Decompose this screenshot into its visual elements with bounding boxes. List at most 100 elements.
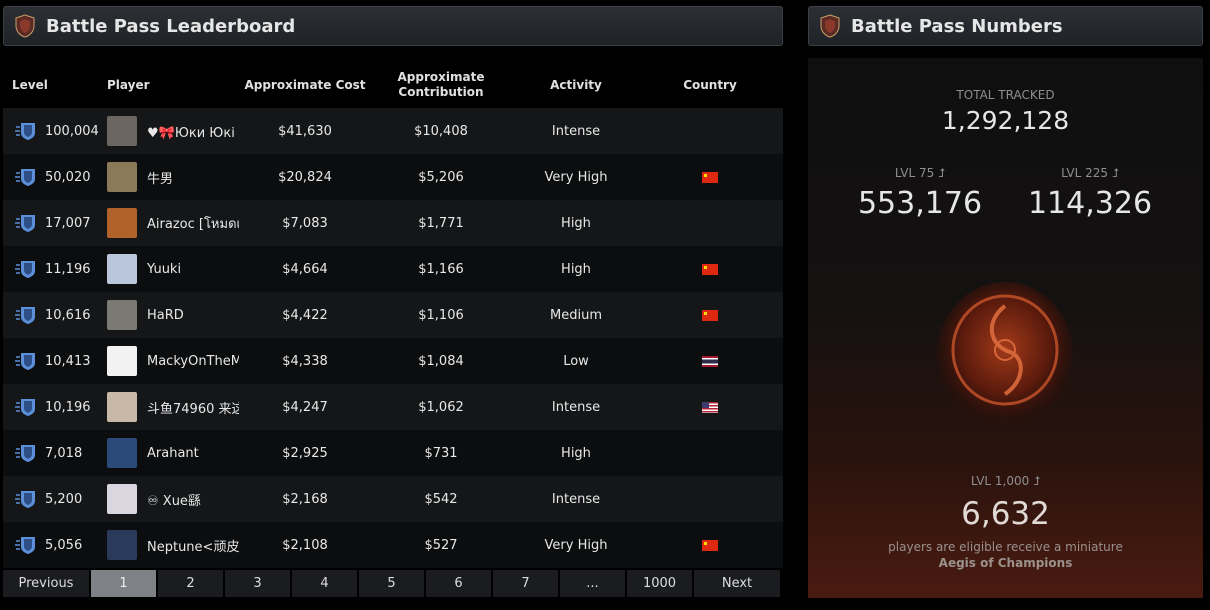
contribution-cell: $1,062 (418, 399, 464, 415)
level-value: 100,004 (45, 123, 99, 139)
player-name[interactable]: ♥🎀Юки Юкі 日 (147, 122, 239, 141)
table-row[interactable]: 50,020 牛男 $20,824 $5,206 Very High (3, 154, 783, 200)
table-row[interactable]: 11,196 Yuuki $4,664 $1,166 High (3, 246, 783, 292)
level-value: 10,413 (45, 353, 91, 369)
previous-page-button[interactable]: Previous (3, 570, 89, 597)
total-tracked-label: TOTAL TRACKED (956, 88, 1055, 102)
cost-cell: $2,925 (282, 445, 328, 461)
player-cell[interactable]: Neptune<顽皮 (99, 530, 243, 560)
player-name[interactable]: Airazoc [โหมดเ (147, 213, 239, 234)
player-name[interactable]: MackyOnTheM (147, 354, 239, 369)
flag-cn-icon (702, 539, 718, 551)
level-cell: 5,200 (3, 489, 99, 509)
player-cell[interactable]: ♾ Xue繇 (99, 484, 243, 514)
player-name[interactable]: Neptune<顽皮 (147, 536, 239, 555)
player-name[interactable]: HaRD (147, 308, 239, 323)
avatar (107, 162, 137, 192)
column-cost[interactable]: Approximate Cost (243, 78, 367, 93)
player-cell[interactable]: HaRD (99, 300, 243, 330)
lvl1000-label: LVL 1,000 ⮥ (970, 474, 1041, 488)
flag-cn-icon (702, 171, 718, 183)
player-cell[interactable]: 斗鱼74960 来这 (99, 392, 243, 422)
aegis-icon (937, 282, 1073, 426)
table-row[interactable]: 7,018 Arahant $2,925 $731 High (3, 430, 783, 476)
page-button[interactable]: 2 (158, 570, 223, 597)
column-country[interactable]: Country (637, 78, 783, 93)
battle-pass-shield-icon (15, 14, 35, 38)
total-tracked-value: 1,292,128 (941, 106, 1070, 135)
cost-cell: $4,664 (282, 261, 328, 277)
table-row[interactable]: 5,056 Neptune<顽皮 $2,108 $527 Very High (3, 522, 783, 568)
cost-cell: $4,422 (282, 307, 328, 323)
pagination: Previous 1 2 3 4 5 6 7... 1000 Next (3, 570, 783, 597)
page-button[interactable]: 6 (426, 570, 491, 597)
contribution-cell: $5,206 (418, 169, 464, 185)
leaderboard-table: Level Player Approximate Cost Approximat… (3, 62, 783, 568)
eligible-text: players are eligible receive a miniature (888, 540, 1123, 554)
table-row[interactable]: 10,616 HaRD $4,422 $1,106 Medium (3, 292, 783, 338)
table-header: Level Player Approximate Cost Approximat… (3, 62, 783, 108)
table-row[interactable]: 17,007 Airazoc [โหมดเ $7,083 $1,771 High (3, 200, 783, 246)
column-player[interactable]: Player (99, 78, 243, 93)
activity-cell: Intense (551, 399, 601, 415)
activity-cell: Intense (551, 491, 601, 507)
cost-cell: $20,824 (278, 169, 332, 185)
lvl225-value: 114,326 (1027, 186, 1153, 221)
level-cell: 100,004 (3, 121, 99, 141)
column-contribution[interactable]: Approximate Contribution (367, 70, 515, 100)
page-button: ... (560, 570, 625, 597)
cost-cell: $2,108 (282, 537, 328, 553)
level-cell: 5,056 (3, 535, 99, 555)
contribution-cell: $1,771 (418, 215, 464, 231)
player-cell[interactable]: ♥🎀Юки Юкі 日 (99, 116, 243, 146)
page-button[interactable]: 4 (292, 570, 357, 597)
contribution-cell: $731 (424, 445, 458, 461)
activity-cell: Medium (550, 307, 602, 323)
player-name[interactable]: Yuuki (147, 262, 239, 277)
activity-cell: High (561, 215, 591, 231)
level-badge-icon (15, 215, 35, 232)
flag-us-icon (702, 401, 718, 413)
page-button[interactable]: 3 (225, 570, 290, 597)
aegis-text: Aegis of Champions (938, 556, 1073, 570)
player-cell[interactable]: MackyOnTheM (99, 346, 243, 376)
next-page-button[interactable]: Next (694, 570, 780, 597)
activity-cell: Intense (551, 123, 601, 139)
player-name[interactable]: ♾ Xue繇 (147, 490, 239, 509)
activity-cell: Very High (544, 537, 608, 553)
player-name[interactable]: Arahant (147, 446, 239, 461)
page-button[interactable]: 1000 (627, 570, 692, 597)
column-contribution-line1: Approximate (397, 70, 485, 84)
table-row[interactable]: 5,200 ♾ Xue繇 $2,168 $542 Intense (3, 476, 783, 522)
player-cell[interactable]: Yuuki (99, 254, 243, 284)
numbers-header: Battle Pass Numbers (808, 6, 1203, 46)
table-row[interactable]: 10,196 斗鱼74960 来这 $4,247 $1,062 Intense (3, 384, 783, 430)
table-row[interactable]: 10,413 MackyOnTheM $4,338 $1,084 Low (3, 338, 783, 384)
page-button[interactable]: 1 (91, 570, 156, 597)
level-badge-icon (15, 261, 35, 278)
table-row[interactable]: 100,004 ♥🎀Юки Юкі 日 $41,630 $10,408 Inte… (3, 108, 783, 154)
lvl75-label: LVL 75 ⮥ (894, 166, 946, 180)
player-name[interactable]: 斗鱼74960 来这 (147, 398, 239, 417)
column-activity[interactable]: Activity (515, 78, 637, 93)
activity-cell: Low (563, 353, 589, 369)
contribution-cell: $542 (424, 491, 458, 507)
country-cell (637, 538, 783, 553)
battle-pass-shield-icon (820, 14, 840, 38)
page-button[interactable]: 5 (359, 570, 424, 597)
level-value: 7,018 (45, 445, 83, 461)
level-value: 11,196 (45, 261, 91, 277)
player-cell[interactable]: Airazoc [โหมดเ (99, 208, 243, 238)
player-name[interactable]: 牛男 (147, 168, 239, 187)
level-value: 10,196 (45, 399, 91, 415)
player-cell[interactable]: 牛男 (99, 162, 243, 192)
cost-cell: $4,247 (282, 399, 328, 415)
level-cell: 10,196 (3, 397, 99, 417)
column-level[interactable]: Level (3, 78, 99, 93)
level-badge-icon (15, 353, 35, 370)
country-cell (637, 400, 783, 415)
contribution-cell: $1,166 (418, 261, 464, 277)
player-cell[interactable]: Arahant (99, 438, 243, 468)
page-button[interactable]: 7 (493, 570, 558, 597)
level-value: 5,200 (45, 491, 83, 507)
